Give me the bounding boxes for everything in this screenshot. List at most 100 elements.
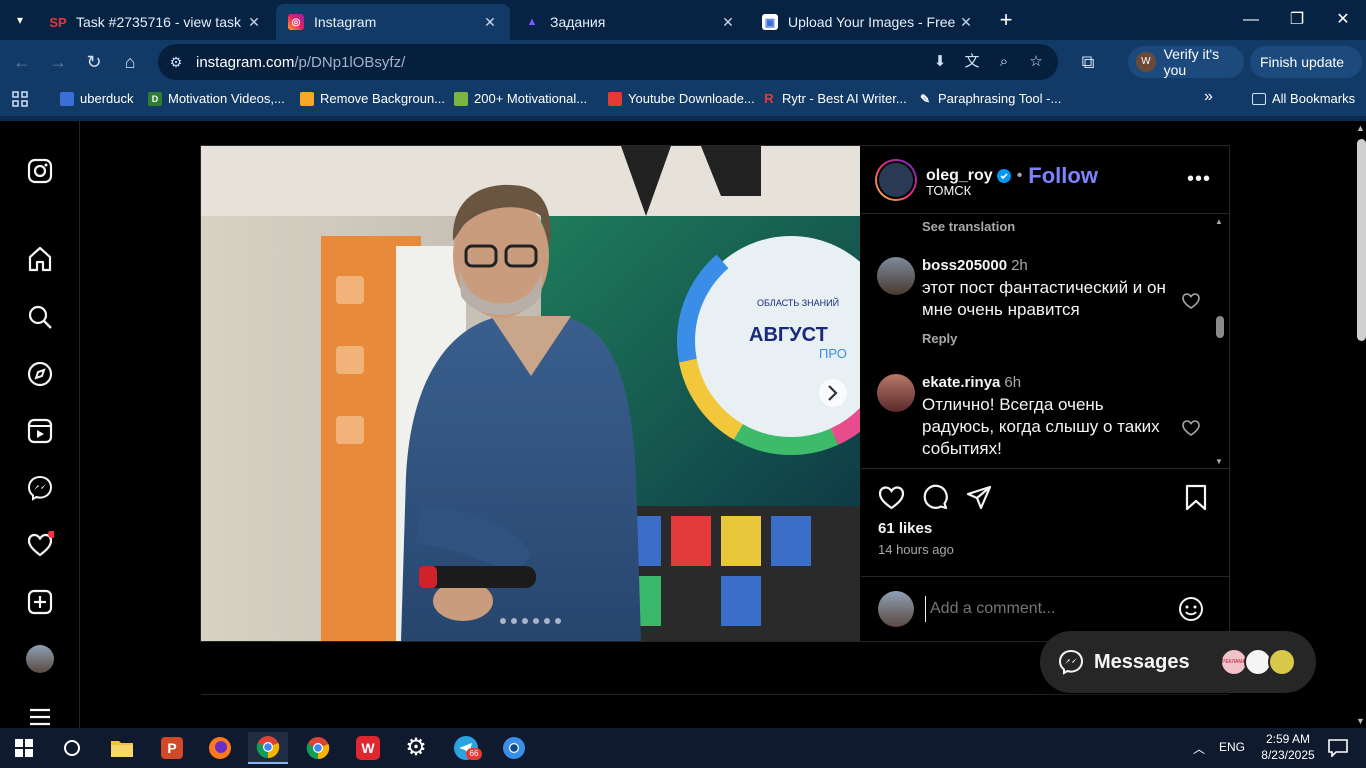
like-heart-icon[interactable] <box>878 484 905 511</box>
bookmark-item[interactable]: Youtube Downloade... <box>608 91 755 106</box>
tab-instagram-title: Instagram <box>314 14 377 30</box>
windows-start-icon[interactable] <box>4 732 44 764</box>
create-plus-icon[interactable] <box>24 586 56 618</box>
restore-icon[interactable]: ❐ <box>1282 8 1312 32</box>
commenter-avatar[interactable] <box>877 374 915 412</box>
profile-verify-button[interactable]: W Verify it's you <box>1128 46 1244 78</box>
comment-time: 2h <box>1011 257 1028 274</box>
home-icon[interactable]: ⌂ <box>118 50 142 74</box>
add-comment-input[interactable] <box>925 596 1155 622</box>
extensions-icon[interactable]: ⧉ <box>1076 50 1100 74</box>
divider <box>201 694 1229 695</box>
install-app-icon[interactable]: ⬇ <box>930 52 950 72</box>
tab-instagram[interactable]: ◎ Instagram ✕ <box>276 4 510 40</box>
minimize-icon[interactable]: — <box>1236 8 1266 32</box>
likes-count[interactable]: 61 likes <box>878 520 932 537</box>
zoom-icon[interactable]: ⌕ <box>994 52 1014 72</box>
input-language[interactable]: ENG <box>1219 740 1245 754</box>
close-tab-icon[interactable]: ✕ <box>246 14 262 31</box>
forward-icon[interactable]: → <box>46 50 70 74</box>
commenter-username[interactable]: ekate.rinya <box>922 374 1000 391</box>
comment-bubble-icon[interactable] <box>922 484 949 511</box>
close-tab-icon[interactable]: ✕ <box>958 14 974 31</box>
bookmark-item[interactable]: D Motivation Videos,... <box>148 91 285 106</box>
tab-zadaniya[interactable]: ▲ Задания ✕ <box>512 4 748 40</box>
clock-time: 2:59 AM <box>1265 732 1311 746</box>
address-bar[interactable]: ⚙ instagram.com/p/DNp1lOBsyfz/ ⬇ 文 ⌕ ☆ <box>158 44 1058 80</box>
file-explorer-icon[interactable] <box>102 732 142 764</box>
post-side-panel: oleg_roy • Follow ТОМСК ••• See translat… <box>861 146 1229 641</box>
author-avatar[interactable] <box>875 159 917 201</box>
commenter-username[interactable]: boss205000 <box>922 257 1007 274</box>
telegram-icon[interactable]: 66 <box>446 732 486 764</box>
close-tab-icon[interactable]: ✕ <box>482 14 498 31</box>
bookmark-item[interactable]: uberduck <box>60 91 133 106</box>
all-bookmarks[interactable]: All Bookmarks <box>1252 91 1355 106</box>
comment-text: этот пост фантастический и он мне очень … <box>922 278 1166 319</box>
wps-office-icon[interactable]: W <box>348 732 388 764</box>
notifications-heart-icon[interactable] <box>24 529 56 561</box>
instagram-logo-icon[interactable] <box>24 155 56 187</box>
post-location[interactable]: ТОМСК <box>926 183 971 198</box>
firefox-icon[interactable] <box>200 732 240 764</box>
tab-upload-images[interactable]: ▣ Upload Your Images - Free Imag ✕ <box>750 4 986 40</box>
sp-icon: SP <box>49 14 67 30</box>
next-photo-button[interactable] <box>819 379 847 407</box>
chrome-icon[interactable] <box>298 732 338 764</box>
taskbar-clock[interactable]: 2:59 AM 8/23/2025 <box>1258 731 1318 763</box>
wps-presentation-icon[interactable]: P <box>152 732 192 764</box>
home-icon[interactable] <box>24 243 56 275</box>
scroll-down-arrow-icon[interactable]: ▼ <box>1356 716 1365 726</box>
bookmark-item[interactable]: 200+ Motivational... <box>454 91 587 106</box>
translate-icon[interactable]: 文 <box>962 52 982 72</box>
tray-chevron-up-icon[interactable]: ︿ <box>1184 732 1214 764</box>
settings-gear-icon[interactable]: ⚙ <box>396 732 436 764</box>
site-info-icon[interactable]: ⚙ <box>166 52 186 72</box>
chrome-profile-icon[interactable] <box>494 732 534 764</box>
reply-link[interactable]: Reply <box>922 331 957 346</box>
emoji-icon[interactable] <box>1178 596 1204 622</box>
telegram-badge: 66 <box>466 748 482 760</box>
close-window-icon[interactable]: ✕ <box>1328 8 1358 32</box>
messages-button[interactable]: Messages РЕКЛАМА <box>1040 631 1316 693</box>
commenter-avatar[interactable] <box>877 257 915 295</box>
new-tab-icon[interactable]: + <box>994 8 1018 32</box>
separator-dot: • <box>1016 167 1023 184</box>
scroll-down-arrow-icon[interactable]: ▼ <box>1215 457 1223 466</box>
like-comment-heart-icon[interactable] <box>1181 418 1201 438</box>
page-scrollbar[interactable]: ▲ ▼ <box>1354 121 1366 728</box>
page-scrollbar-thumb[interactable] <box>1357 139 1366 341</box>
finish-update-button[interactable]: Finish update ⋮ <box>1250 46 1362 102</box>
back-icon[interactable]: ← <box>10 50 34 74</box>
more-bookmarks-chevron-icon[interactable]: » <box>1204 88 1213 106</box>
bookmark-item[interactable]: Remove Backgroun... <box>300 91 445 106</box>
tab-search-chevron-icon[interactable]: ▾ <box>8 8 32 32</box>
close-tab-icon[interactable]: ✕ <box>720 14 736 31</box>
bookmark-item[interactable]: R Rytr - Best AI Writer... <box>762 91 906 106</box>
like-comment-heart-icon[interactable] <box>1181 291 1201 311</box>
scroll-up-arrow-icon[interactable]: ▲ <box>1215 217 1223 226</box>
notification-center-icon[interactable] <box>1318 732 1358 764</box>
screen-text: ПРО <box>819 346 847 361</box>
more-options-icon[interactable]: ••• <box>1187 168 1211 191</box>
search-icon[interactable] <box>24 301 56 333</box>
follow-button[interactable]: Follow <box>1028 163 1098 189</box>
search-circle-icon[interactable] <box>52 732 92 764</box>
verify-label: Verify it's you <box>1163 46 1220 78</box>
see-translation-link[interactable]: See translation <box>922 219 1015 234</box>
share-paper-plane-icon[interactable] <box>966 484 993 511</box>
comments-scrollbar-thumb[interactable] <box>1216 316 1224 338</box>
comments-scrollbar[interactable]: ▲ ▼ <box>1213 215 1227 468</box>
bookmark-item[interactable]: ✎ Paraphrasing Tool -... <box>918 91 1061 106</box>
apps-grid-icon[interactable] <box>12 91 28 107</box>
tab-task[interactable]: SP Task #2735716 - view task ✕ <box>38 4 274 40</box>
reels-icon[interactable] <box>24 415 56 447</box>
save-bookmark-icon[interactable] <box>1184 484 1208 511</box>
explore-compass-icon[interactable] <box>24 358 56 390</box>
chrome-active-icon[interactable] <box>248 732 288 764</box>
bookmark-star-icon[interactable]: ☆ <box>1026 52 1046 72</box>
reload-icon[interactable]: ↻ <box>82 50 106 74</box>
scroll-up-arrow-icon[interactable]: ▲ <box>1356 123 1365 133</box>
profile-avatar[interactable] <box>24 643 56 675</box>
messenger-icon[interactable] <box>24 472 56 504</box>
